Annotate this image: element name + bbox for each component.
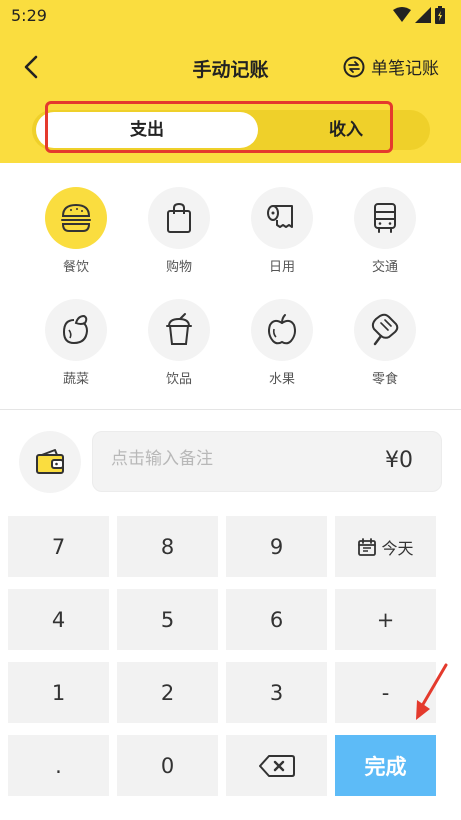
- key-6[interactable]: 6: [226, 589, 327, 650]
- category-icon-circle: [354, 187, 416, 249]
- exchange-icon: [343, 56, 365, 77]
- date-label: 今天: [381, 538, 414, 558]
- category-icon-circle: [251, 299, 313, 361]
- date-button[interactable]: 今天: [335, 516, 436, 577]
- key-9[interactable]: 9: [226, 516, 327, 577]
- note-field[interactable]: ¥0: [92, 431, 442, 492]
- calendar-icon: [358, 537, 377, 556]
- tab-expense[interactable]: 支出: [36, 112, 258, 148]
- key-8[interactable]: 8: [117, 516, 218, 577]
- category-daily[interactable]: 日用: [251, 187, 313, 275]
- category-drinks[interactable]: 饮品: [148, 299, 210, 387]
- tab-income[interactable]: 收入: [262, 110, 430, 150]
- key-plus[interactable]: +: [335, 589, 436, 650]
- key-7[interactable]: 7: [8, 516, 109, 577]
- category-label: 蔬菜: [62, 372, 89, 387]
- status-time: 5:29: [11, 6, 47, 25]
- category-label: 饮品: [165, 372, 192, 387]
- key-dot[interactable]: .: [8, 735, 109, 796]
- single-entry-label: 单笔记账: [371, 59, 439, 79]
- amount-display: ¥0: [385, 448, 413, 473]
- note-input[interactable]: [109, 448, 343, 470]
- category-icon-circle: [251, 187, 313, 249]
- category-label: 购物: [165, 260, 192, 275]
- wallet-icon: [36, 449, 64, 474]
- category-icon-circle: [148, 187, 210, 249]
- category-vegetables[interactable]: 蔬菜: [45, 299, 107, 387]
- shopping-bag-icon: [167, 202, 191, 233]
- key-minus[interactable]: -: [335, 662, 436, 723]
- backspace-icon: [258, 754, 295, 777]
- key-3[interactable]: 3: [226, 662, 327, 723]
- category-label: 水果: [268, 372, 295, 387]
- wifi-icon: [393, 7, 411, 22]
- burger-icon: [61, 203, 91, 232]
- category-shopping[interactable]: 购物: [148, 187, 210, 275]
- status-icons: [393, 6, 445, 24]
- category-dining[interactable]: 餐饮: [45, 187, 107, 275]
- account-button[interactable]: [19, 431, 81, 493]
- battery-icon: [435, 6, 445, 24]
- category-label: 零食: [371, 372, 398, 387]
- category-snacks[interactable]: 零食: [354, 299, 416, 387]
- key-2[interactable]: 2: [117, 662, 218, 723]
- category-transport[interactable]: 交通: [354, 187, 416, 275]
- keypad: 7 8 9 今天 4 5 6 + 1 2 3 - . 0 完成: [0, 510, 461, 820]
- bus-icon: [374, 203, 396, 233]
- category-label: 交通: [371, 260, 398, 275]
- nav-bar: 手动记账 单笔记账: [0, 40, 461, 96]
- backspace-button[interactable]: [226, 735, 327, 796]
- key-5[interactable]: 5: [117, 589, 218, 650]
- category-label: 餐饮: [62, 260, 89, 275]
- key-1[interactable]: 1: [8, 662, 109, 723]
- category-icon-circle: [45, 299, 107, 361]
- done-button[interactable]: 完成: [335, 735, 436, 796]
- key-0[interactable]: 0: [117, 735, 218, 796]
- apple-icon: [268, 314, 296, 345]
- key-4[interactable]: 4: [8, 589, 109, 650]
- category-icon-circle: [148, 299, 210, 361]
- status-bar: 5:29: [0, 0, 461, 32]
- signal-icon: [415, 7, 431, 23]
- divider: [0, 409, 461, 410]
- category-fruit[interactable]: 水果: [251, 299, 313, 387]
- vegetable-icon: [62, 314, 89, 345]
- type-toggle: 支出 收入: [32, 110, 430, 150]
- single-entry-button[interactable]: 单笔记账: [343, 54, 439, 79]
- category-icon-circle: [45, 187, 107, 249]
- category-label: 日用: [268, 260, 295, 275]
- popsicle-icon: [371, 313, 399, 346]
- category-icon-circle: [354, 299, 416, 361]
- toilet-roll-icon: [267, 205, 293, 228]
- drink-cup-icon: [166, 313, 192, 345]
